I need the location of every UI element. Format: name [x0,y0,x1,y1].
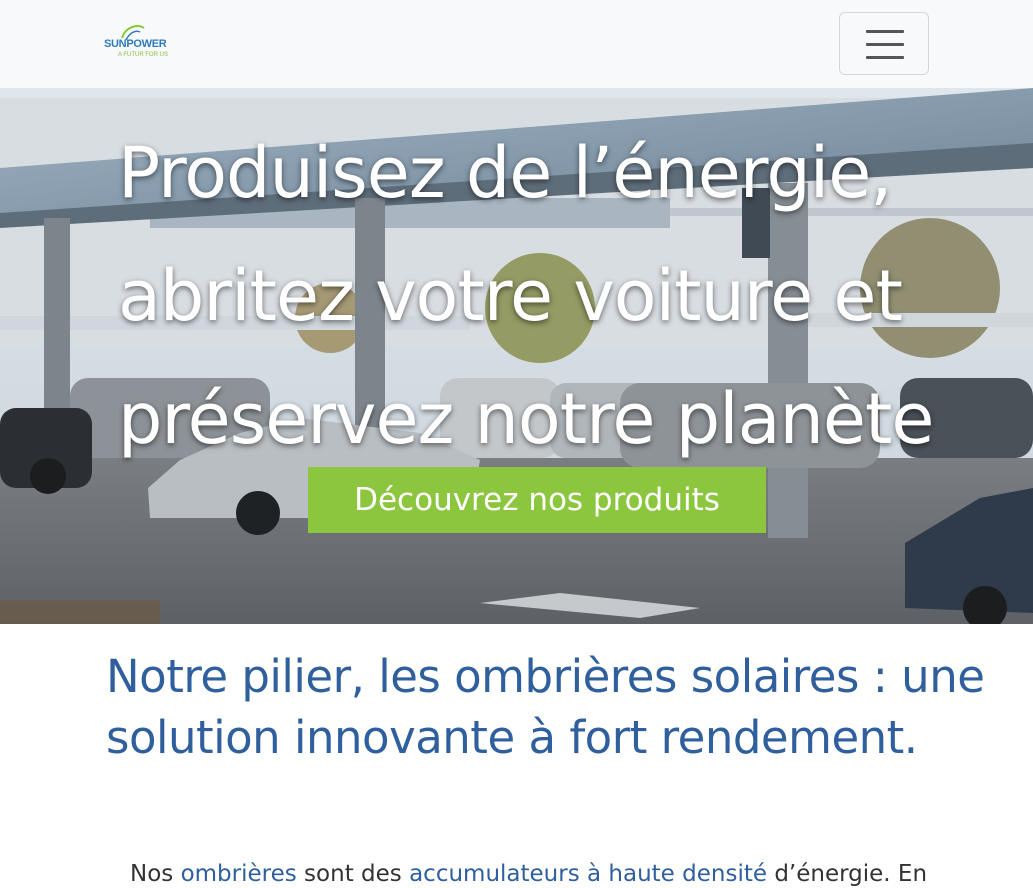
intro-text: Nos [130,861,181,887]
hamburger-bar [866,56,904,59]
hamburger-menu-button[interactable] [839,12,929,75]
hero-title: Produisez de l’énergie, abritez votre vo… [118,112,978,481]
intro-text: d’énergie. En [767,861,928,887]
logo-name: SUNPOWER [104,38,167,50]
hamburger-menu-icon [866,30,904,33]
high-density-accumulators-link[interactable]: accumulateurs à haute densité [409,861,767,887]
section-title: Notre pilier, les ombrières solaires : u… [106,650,985,764]
hero-title-line: abritez votre voiture et [118,255,903,337]
hero-banner: Produisez de l’énergie, abritez votre vo… [0,88,1033,624]
hero-title-line: Produisez de l’énergie, [118,132,893,214]
intro-paragraph: Nos ombrières sont des accumulateurs à h… [130,856,1010,888]
hamburger-bar [866,43,904,46]
ombrieres-link[interactable]: ombrières [181,861,297,887]
logo-tagline: A FUTUR FOR US [118,52,169,58]
intro-text: sont des [296,861,410,887]
discover-products-button[interactable]: Découvrez nos produits [308,467,766,533]
navbar: SUNPOWER A FUTUR FOR US [0,0,1033,88]
sunpower-logo[interactable]: SUNPOWER A FUTUR FOR US [104,24,186,64]
hero-title-line: préservez notre planète [118,378,934,460]
